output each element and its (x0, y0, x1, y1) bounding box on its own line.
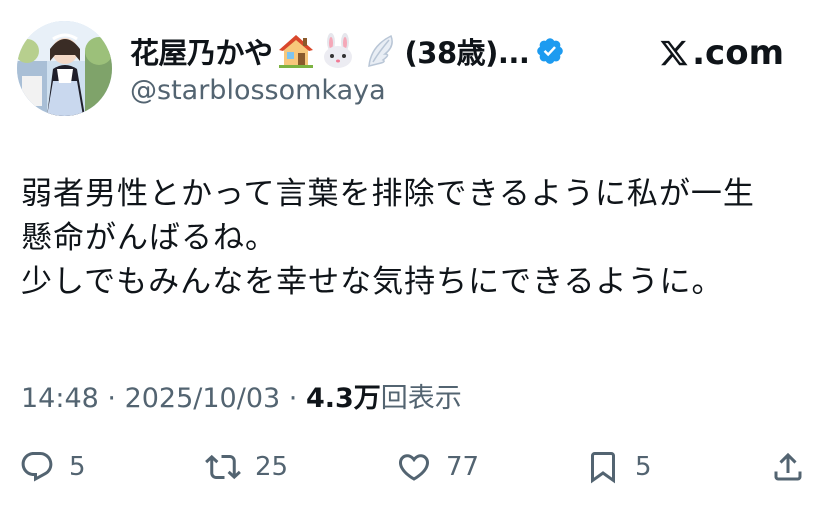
views-label: 回表示 (380, 383, 462, 414)
share-button[interactable] (770, 445, 806, 489)
tweet-meta: 14:48 · 2025/10/03 · 4.3万回表示 (21, 376, 462, 415)
user-handle[interactable]: @starblossomkaya (130, 75, 386, 106)
like-count: 77 (446, 452, 480, 482)
avatar-photo (17, 21, 112, 116)
repost-button[interactable]: 25 (205, 445, 288, 489)
reply-count: 5 (69, 452, 86, 482)
verified-badge-icon[interactable] (535, 36, 565, 66)
repost-count: 25 (255, 452, 289, 482)
share-icon (774, 452, 802, 481)
display-name[interactable]: 花屋乃かや (130, 30, 273, 72)
display-name-suffix[interactable]: (38歳)... (405, 30, 530, 72)
views-count[interactable]: 4.3万 (306, 383, 381, 414)
bookmark-icon (591, 452, 615, 484)
tweet-line: 弱者男性とかって言葉を排除できるように私が一生 (21, 176, 755, 212)
repost-icon (205, 454, 241, 480)
x-com-label: .com (692, 33, 784, 73)
bookmark-button[interactable]: 5 (585, 445, 652, 489)
x-logo-icon (660, 40, 688, 66)
house-emoji-icon (278, 35, 313, 68)
avatar[interactable] (17, 21, 112, 116)
tweet-line: 懸命がんばるね。 (21, 220, 277, 256)
action-bar: 5 25 77 5 (0, 445, 828, 489)
tweet-time[interactable]: 14:48 (21, 383, 99, 414)
reply-button[interactable]: 5 (19, 445, 86, 489)
meta-separator: · (98, 383, 125, 414)
tweet-line: 少しでもみんなを幸せな気持ちにできるように。 (21, 264, 724, 300)
heart-icon (398, 454, 430, 481)
like-button[interactable]: 77 (396, 445, 479, 489)
bookmark-count: 5 (635, 452, 652, 482)
meta-separator: · (280, 383, 306, 414)
tweet-text: 弱者男性とかって言葉を排除できるように私が一生 懸命がんばるね。 少しでもみんな… (21, 172, 811, 304)
wing-emoji-icon (367, 34, 393, 67)
x-com-logo: .com (659, 30, 784, 76)
tweet-date[interactable]: 2025/10/03 (125, 383, 281, 414)
reply-icon (21, 452, 53, 482)
rabbit-emoji-icon (323, 33, 352, 68)
display-name-row: 花屋乃かや (38歳)... (130, 31, 565, 71)
